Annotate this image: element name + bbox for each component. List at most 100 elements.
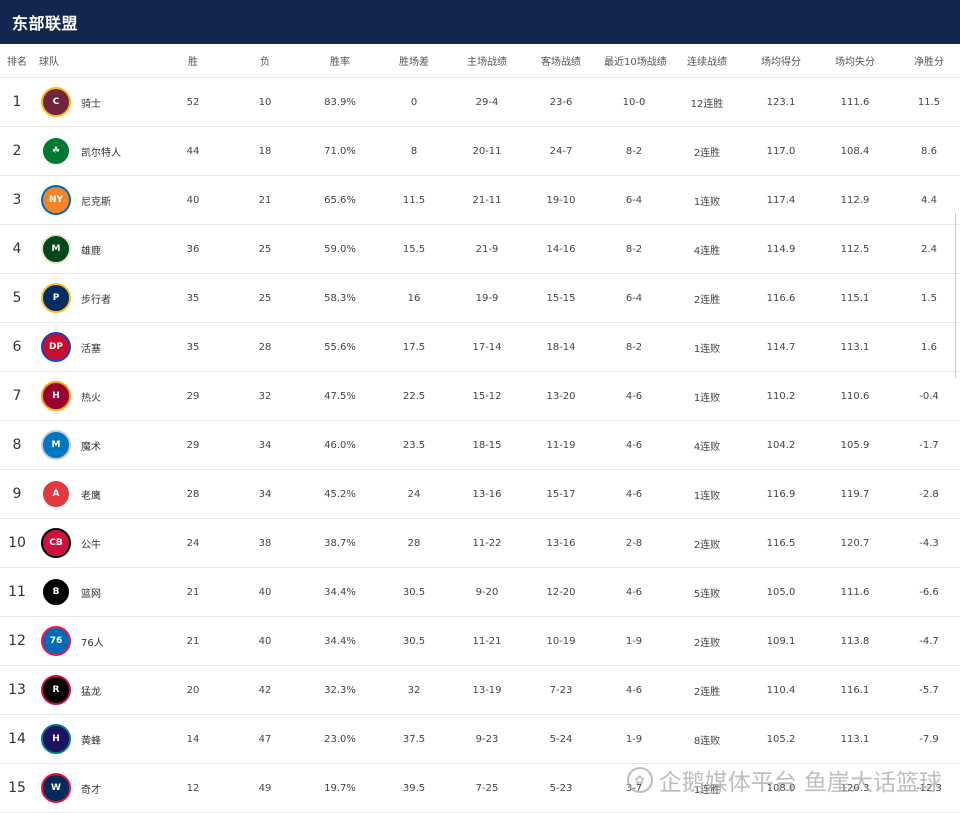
points-against-cell: 105.9 [840,439,870,451]
team-name[interactable]: 奇才 [81,781,101,796]
team-cell[interactable]: M 魔术 [34,430,164,460]
table-header: 排名 球队 胜 负 胜率 胜场差 主场战绩 客场战绩 最近10场战绩 连续战绩 … [0,44,960,78]
last-10-cell: 8-2 [625,145,643,157]
games-behind-cell: 23.5 [402,439,426,451]
team-name[interactable]: 步行者 [81,291,111,306]
conference-header: 东部联盟 [0,0,960,44]
losses-cell: 10 [258,96,272,108]
col-streak: 连续战绩 [687,57,727,68]
points-for-cell: 123.1 [766,96,796,108]
table-row[interactable]: 5 P 步行者 35 25 58.3% 16 19-9 15-15 6-4 2连胜 116.6 115.… [0,274,960,323]
points-for-cell: 110.2 [766,390,796,402]
team-name[interactable]: 热火 [81,389,101,404]
points-against-cell: 108.4 [840,145,870,157]
home-record-cell: 20-11 [472,145,502,157]
rank-cell: 15 [8,780,26,796]
team-cell[interactable]: 76 76人 [34,626,164,656]
points-against-cell: 120.7 [840,537,870,549]
win-pct-cell: 19.7% [324,782,356,794]
table-row[interactable]: 6 DP 活塞 35 28 55.6% 17.5 17-14 18-14 8-2 1连败 114.7 1… [0,323,960,372]
rank-cell: 11 [8,584,26,600]
wins-cell: 28 [186,488,200,500]
team-name[interactable]: 76人 [81,634,104,649]
home-record-cell: 21-9 [475,243,499,255]
points-against-cell: 119.7 [840,488,870,500]
rank-cell: 1 [12,94,22,110]
points-against-cell: 110.6 [840,390,870,402]
table-row[interactable]: 10 CB 公牛 24 38 38.7% 28 11-22 13-16 2-8 2连败 116.5 12… [0,519,960,568]
games-behind-cell: 22.5 [402,390,426,402]
team-cell[interactable]: ☘ 凯尔特人 [34,136,164,166]
streak-cell: 2连败 [693,637,721,649]
table-row[interactable]: 4 M 雄鹿 36 25 59.0% 15.5 21-9 14-16 8-2 4连胜 114.9 112… [0,225,960,274]
games-behind-cell: 30.5 [402,586,426,598]
col-losses: 负 [260,57,270,68]
away-record-cell: 18-14 [546,341,576,353]
losses-cell: 34 [258,488,272,500]
team-name[interactable]: 黄蜂 [81,732,101,747]
team-cell[interactable]: P 步行者 [34,283,164,313]
team-cell[interactable]: C 骑士 [34,87,164,117]
home-record-cell: 13-16 [472,488,502,500]
team-name[interactable]: 雄鹿 [81,242,101,257]
team-cell[interactable]: A 老鹰 [34,479,164,509]
table-row[interactable]: 13 R 猛龙 20 42 32.3% 32 13-19 7-23 4-6 2连胜 110.4 116.… [0,666,960,715]
games-behind-cell: 17.5 [402,341,426,353]
col-points-against: 场均失分 [835,57,875,68]
team-cell[interactable]: R 猛龙 [34,675,164,705]
wins-cell: 29 [186,390,200,402]
wins-cell: 36 [186,243,200,255]
table-row[interactable]: 9 A 老鹰 28 34 45.2% 24 13-16 15-17 4-6 1连败 116.9 119.… [0,470,960,519]
team-name[interactable]: 魔术 [81,438,101,453]
team-name[interactable]: 尼克斯 [81,193,111,208]
win-pct-cell: 55.6% [324,341,356,353]
team-name[interactable]: 骑士 [81,95,101,110]
team-name[interactable]: 活塞 [81,340,101,355]
win-pct-cell: 23.0% [324,733,356,745]
rank-cell: 12 [8,633,26,649]
points-for-cell: 114.7 [766,341,796,353]
team-cell[interactable]: W 奇才 [34,773,164,803]
col-games-behind: 胜场差 [399,57,429,68]
points-against-cell: 115.1 [840,292,870,304]
table-row[interactable]: 12 76 76人 21 40 34.4% 30.5 11-21 10-19 1-9 2连败 109.… [0,617,960,666]
table-row[interactable]: 8 M 魔术 29 34 46.0% 23.5 18-15 11-19 4-6 4连败 104.2 10… [0,421,960,470]
team-name[interactable]: 公牛 [81,536,101,551]
table-row[interactable]: 14 H 黄蜂 14 47 23.0% 37.5 9-23 5-24 1-9 8连败 105.2 113… [0,715,960,764]
bulls-logo-icon: CB [41,528,71,558]
away-record-cell: 24-7 [549,145,573,157]
last-10-cell: 10-0 [622,96,646,108]
games-behind-cell: 11.5 [402,194,426,206]
team-name[interactable]: 猛龙 [81,683,101,698]
table-row[interactable]: 3 NY 尼克斯 40 21 65.6% 11.5 21-11 19-10 6-4 1连败 117.4… [0,176,960,225]
team-cell[interactable]: H 黄蜂 [34,724,164,754]
home-record-cell: 17-14 [472,341,502,353]
team-cell[interactable]: NY 尼克斯 [34,185,164,215]
heat-logo-icon: H [41,381,71,411]
last-10-cell: 4-6 [625,439,643,451]
team-cell[interactable]: H 热火 [34,381,164,411]
team-name[interactable]: 老鹰 [81,487,101,502]
team-cell[interactable]: DP 活塞 [34,332,164,362]
last-10-cell: 4-6 [625,488,643,500]
team-cell[interactable]: M 雄鹿 [34,234,164,264]
table-row[interactable]: 7 H 热火 29 32 47.5% 22.5 15-12 13-20 4-6 1连败 110.2 11… [0,372,960,421]
team-name[interactable]: 凯尔特人 [81,144,121,159]
last-10-cell: 4-6 [625,684,643,696]
home-record-cell: 29-4 [475,96,499,108]
table-row[interactable]: 1 C 骑士 52 10 83.9% 0 29-4 23-6 10-0 12连胜 123.1 111.6… [0,78,960,127]
rank-cell: 14 [8,731,26,747]
team-name[interactable]: 篮网 [81,585,101,600]
home-record-cell: 19-9 [475,292,499,304]
table-row[interactable]: 11 B 篮网 21 40 34.4% 30.5 9-20 12-20 4-6 5连败 105.0 11… [0,568,960,617]
col-points-for: 场均得分 [761,57,801,68]
point-diff-cell: -7.9 [919,733,939,745]
games-behind-cell: 30.5 [402,635,426,647]
away-record-cell: 23-6 [549,96,573,108]
scrollbar[interactable] [955,213,960,378]
team-cell[interactable]: CB 公牛 [34,528,164,558]
team-cell[interactable]: B 篮网 [34,577,164,607]
losses-cell: 32 [258,390,272,402]
table-row[interactable]: 2 ☘ 凯尔特人 44 18 71.0% 8 20-11 24-7 8-2 2连胜 117.0 108.… [0,127,960,176]
streak-cell: 1连败 [693,392,721,404]
